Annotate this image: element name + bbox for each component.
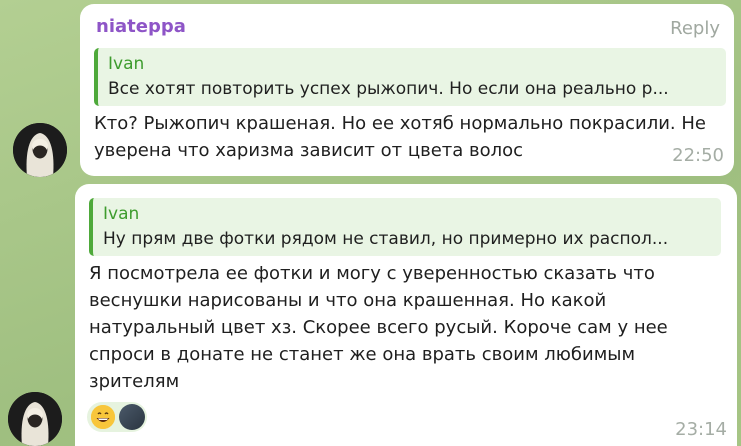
message-text: Я посмотрела ее фотки и могу с увереннос… [89, 263, 668, 392]
reactions[interactable] [87, 402, 147, 432]
reply-quote[interactable]: Ivan Все хотят повторить успех рыжопич. … [94, 48, 726, 106]
avatar[interactable] [8, 392, 62, 446]
avatar[interactable] [13, 123, 67, 177]
avatar-image [8, 392, 62, 446]
reply-quote[interactable]: Ivan Ну прям две фотки рядом не ставил, … [89, 198, 721, 256]
sender-name[interactable]: niateppa [96, 16, 186, 37]
quote-text: Ну прям две фотки рядом не ставил, но пр… [103, 229, 669, 249]
quote-text: Все хотят повторить успех рыжопич. Но ес… [108, 79, 669, 99]
avatar-image [13, 123, 67, 177]
reply-button[interactable]: Reply [670, 18, 720, 39]
reaction-pill[interactable] [87, 402, 147, 432]
message-bubble[interactable]: niateppa Reply Ivan Все хотят повторить … [80, 4, 734, 176]
reaction-user-avatar [119, 404, 145, 430]
message-time: 23:14 [675, 419, 727, 440]
message-bubble[interactable]: Ivan Ну прям две фотки рядом не ставил, … [75, 184, 737, 446]
quote-author: Ivan [103, 204, 140, 224]
message-time: 22:50 [672, 145, 724, 166]
grinning-face-icon [91, 405, 115, 429]
quote-author: Ivan [108, 54, 145, 74]
message-text: Кто? Рыжопич крашеная. Но ее хотяб норма… [94, 113, 706, 161]
